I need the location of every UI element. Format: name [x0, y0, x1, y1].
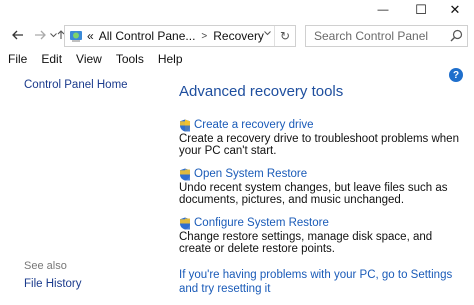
menu-help[interactable]: Help — [151, 52, 190, 66]
configure-system-restore-description: Change restore settings, manage disk spa… — [179, 231, 433, 255]
shield-icon — [180, 168, 190, 180]
configure-system-restore-label[interactable]: Configure System Restore — [194, 217, 329, 229]
create-recovery-drive-description: Create a recovery drive to troubleshoot … — [179, 133, 459, 157]
search-box[interactable] — [305, 25, 468, 47]
address-bar[interactable]: « All Control Pane... > Recovery ↻ — [64, 25, 296, 47]
back-button[interactable] — [8, 26, 28, 44]
arrow-left-icon — [12, 30, 23, 40]
configure-system-restore-link[interactable]: Configure System Restore — [179, 216, 469, 230]
address-segment-control-panel[interactable]: All Control Pane... — [99, 29, 196, 43]
see-also-heading: See also — [24, 260, 67, 272]
address-separator[interactable]: > — [201, 31, 207, 42]
control-panel-icon — [70, 31, 82, 42]
open-system-restore-label[interactable]: Open System Restore — [194, 168, 307, 180]
reset-pc-settings-link[interactable]: If you're having problems with your PC, … — [179, 268, 461, 296]
search-icon[interactable] — [450, 29, 463, 42]
shield-icon — [180, 119, 190, 131]
navigation-bar: « All Control Pane... > Recovery ↻ — [0, 22, 474, 48]
shield-icon — [180, 217, 190, 229]
address-segment-recovery[interactable]: Recovery — [213, 29, 264, 43]
close-icon: ✕ — [449, 2, 461, 17]
help-icon: ? — [452, 69, 460, 81]
title-bar: — ☐ ✕ — [0, 0, 474, 20]
maximize-icon: ☐ — [415, 2, 427, 17]
menu-bar: File Edit View Tools Help — [0, 50, 474, 68]
tool-create-recovery-drive: Create a recovery drive Create a recover… — [179, 118, 469, 157]
file-history-link[interactable]: File History — [24, 278, 82, 290]
create-recovery-drive-label[interactable]: Create a recovery drive — [194, 119, 314, 131]
open-system-restore-description: Undo recent system changes, but leave fi… — [179, 182, 448, 206]
create-recovery-drive-link[interactable]: Create a recovery drive — [179, 118, 469, 132]
menu-tools[interactable]: Tools — [109, 52, 151, 66]
close-button[interactable]: ✕ — [432, 0, 474, 20]
forward-button[interactable] — [30, 26, 50, 44]
tool-open-system-restore: Open System Restore Undo recent system c… — [179, 167, 469, 206]
help-button[interactable]: ? — [449, 68, 463, 82]
chevron-down-icon — [264, 31, 271, 36]
menu-edit[interactable]: Edit — [34, 52, 69, 66]
menu-file[interactable]: File — [0, 52, 34, 66]
refresh-button[interactable]: ↻ — [274, 26, 295, 46]
menu-view[interactable]: View — [69, 52, 109, 66]
address-overflow[interactable]: « — [87, 29, 94, 43]
open-system-restore-link[interactable]: Open System Restore — [179, 167, 469, 181]
control-panel-home-link[interactable]: Control Panel Home — [24, 79, 128, 91]
refresh-icon: ↻ — [279, 29, 291, 43]
search-input[interactable] — [312, 28, 456, 44]
minimize-icon: — — [377, 4, 389, 16]
address-history-dropdown[interactable] — [264, 28, 271, 39]
sidebar: Control Panel Home See also File History — [0, 70, 170, 305]
arrow-right-icon — [35, 30, 46, 40]
tool-configure-system-restore: Configure System Restore Change restore … — [179, 216, 469, 255]
page-title: Advanced recovery tools — [179, 83, 344, 100]
